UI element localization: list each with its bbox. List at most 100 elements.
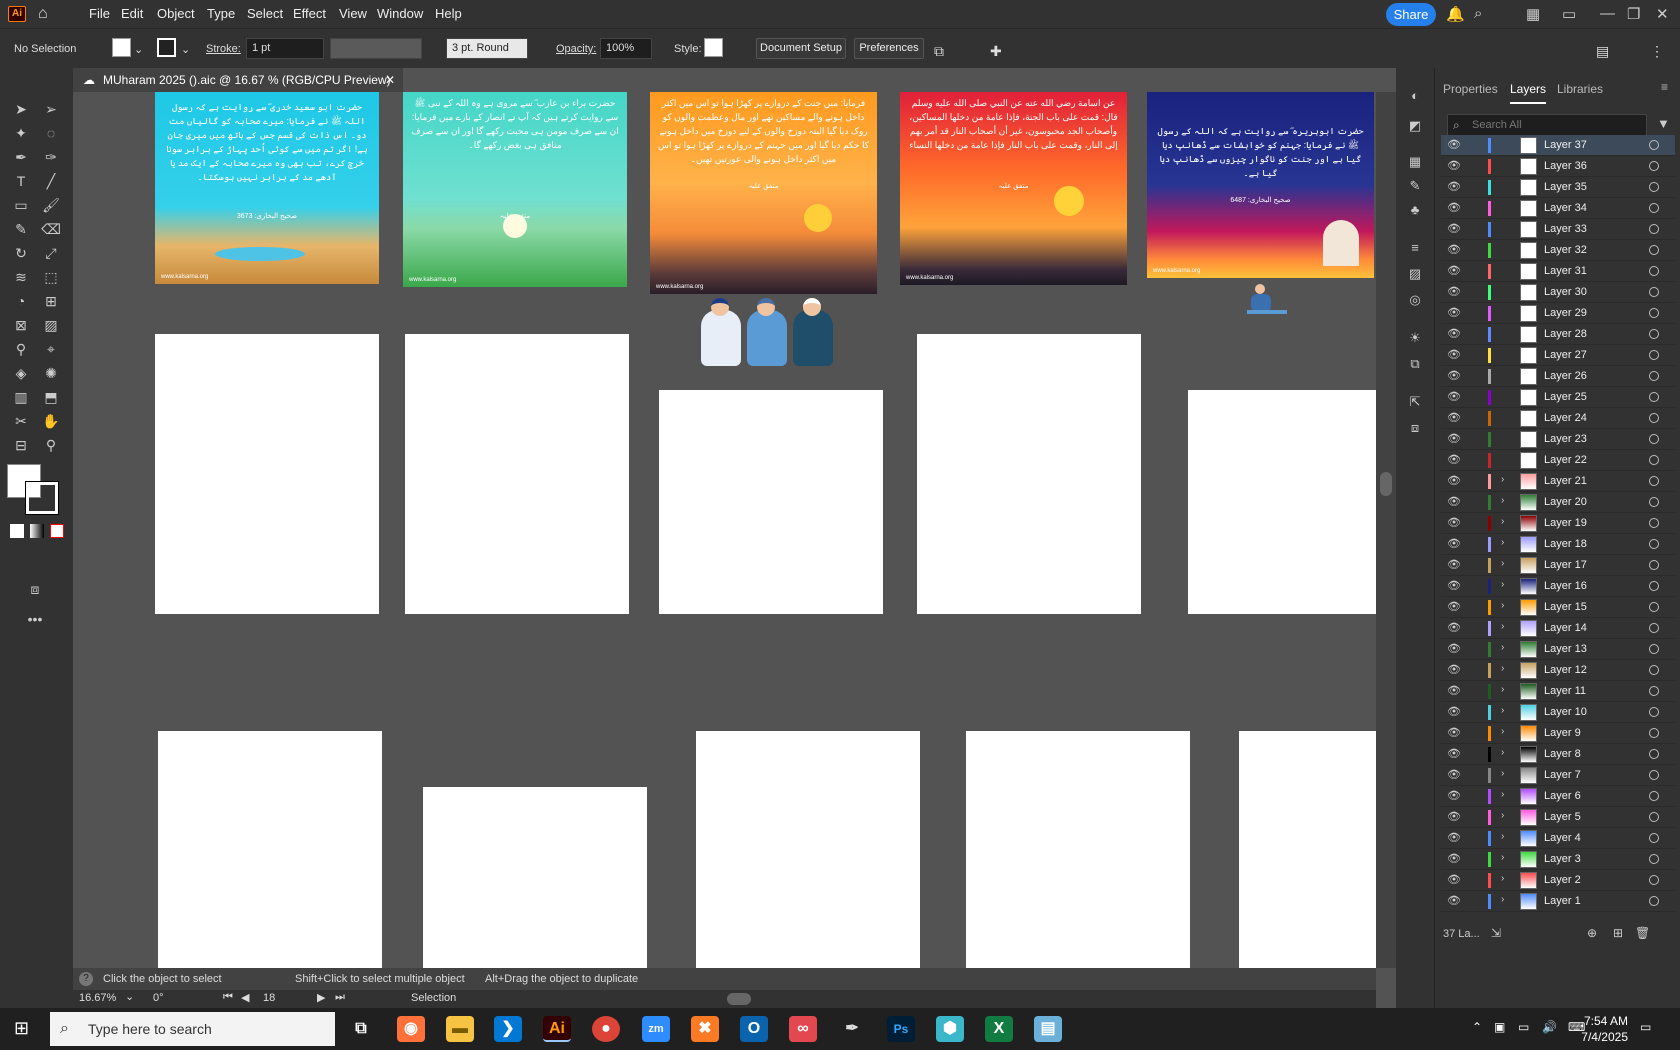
delete-layer-icon[interactable]: 🗑 xyxy=(1635,926,1650,940)
visibility-eye-icon[interactable]: 👁 xyxy=(1447,474,1461,487)
layer-row[interactable]: 👁 › Layer 19 xyxy=(1441,513,1675,534)
layer-row[interactable]: 👁 Layer 28 xyxy=(1441,324,1675,345)
layer-name[interactable]: Layer 37 xyxy=(1544,139,1587,151)
notification-icon[interactable]: ▭ xyxy=(1640,1020,1651,1034)
layer-row[interactable]: 👁 Layer 34 xyxy=(1441,198,1675,219)
layer-target-icon[interactable] xyxy=(1649,266,1659,276)
layer-row[interactable]: 👁 Layer 33 xyxy=(1441,219,1675,240)
visibility-eye-icon[interactable]: 👁 xyxy=(1447,201,1461,214)
appearance-icon[interactable]: ☀ xyxy=(1406,330,1424,348)
expand-arrow-icon[interactable]: › xyxy=(1501,768,1504,779)
layer-name[interactable]: Layer 2 xyxy=(1544,874,1581,886)
visibility-eye-icon[interactable]: 👁 xyxy=(1447,243,1461,256)
gradient-tool-icon[interactable]: ▨ xyxy=(40,314,62,336)
expand-arrow-icon[interactable]: › xyxy=(1501,516,1504,527)
layer-name[interactable]: Layer 1 xyxy=(1544,895,1581,907)
poster-artwork[interactable]: حضرت ابو سعید خدری ؓ سے روایت ہے کہ رسول… xyxy=(155,92,379,284)
layer-row[interactable]: 👁 › Layer 16 xyxy=(1441,576,1675,597)
close-tab-icon[interactable]: ✕ xyxy=(385,68,395,92)
layer-target-icon[interactable] xyxy=(1649,161,1659,171)
layer-name[interactable]: Layer 29 xyxy=(1544,307,1587,319)
print-tiling-icon[interactable]: ⊟ xyxy=(10,434,32,456)
layer-name[interactable]: Layer 25 xyxy=(1544,391,1587,403)
home-icon[interactable]: ⌂ xyxy=(38,5,58,23)
expand-arrow-icon[interactable]: › xyxy=(1501,600,1504,611)
layer-row[interactable]: 👁 Layer 24 xyxy=(1441,408,1675,429)
layer-name[interactable]: Layer 30 xyxy=(1544,286,1587,298)
layer-name[interactable]: Layer 17 xyxy=(1544,559,1587,571)
visibility-eye-icon[interactable]: 👁 xyxy=(1447,810,1461,823)
volume-icon[interactable]: 🔊 xyxy=(1542,1020,1557,1034)
prev-artboard-icon[interactable]: ◀ xyxy=(241,991,249,1004)
layer-row[interactable]: 👁 › Layer 21 xyxy=(1441,471,1675,492)
visibility-eye-icon[interactable]: 👁 xyxy=(1447,264,1461,277)
artboard[interactable] xyxy=(405,334,629,614)
layer-row[interactable]: 👁 Layer 30 xyxy=(1441,282,1675,303)
gradient-panel-icon[interactable]: ▨ xyxy=(1406,266,1424,284)
layer-name[interactable]: Layer 23 xyxy=(1544,433,1587,445)
artboard[interactable] xyxy=(1239,731,1376,968)
layer-target-icon[interactable] xyxy=(1649,707,1659,717)
visibility-eye-icon[interactable]: 👁 xyxy=(1447,558,1461,571)
workspace-icon[interactable]: ▦ xyxy=(1526,5,1540,23)
layer-target-icon[interactable] xyxy=(1649,140,1659,150)
layer-target-icon[interactable] xyxy=(1649,224,1659,234)
visibility-eye-icon[interactable]: 👁 xyxy=(1447,726,1461,739)
stroke-color-swatch[interactable] xyxy=(25,481,59,515)
magic-wand-icon[interactable]: ✦ xyxy=(10,122,32,144)
poster-artwork[interactable]: حضرت براء بن عازب ؓ سے مروی ہے وہ اللہ ک… xyxy=(403,92,627,287)
blend-tool-icon[interactable]: ◈ xyxy=(10,362,32,384)
visibility-eye-icon[interactable]: 👁 xyxy=(1447,600,1461,613)
visibility-eye-icon[interactable]: 👁 xyxy=(1447,327,1461,340)
visibility-eye-icon[interactable]: 👁 xyxy=(1447,285,1461,298)
expand-arrow-icon[interactable]: › xyxy=(1501,642,1504,653)
layer-name[interactable]: Layer 15 xyxy=(1544,601,1587,613)
layer-row[interactable]: 👁 Layer 27 xyxy=(1441,345,1675,366)
scale-tool-icon[interactable]: ⤢ xyxy=(40,242,62,264)
line-tool-icon[interactable]: ╱ xyxy=(40,170,62,192)
menu-type[interactable]: Type xyxy=(207,6,235,21)
graph-tool-icon[interactable]: ▥ xyxy=(10,386,32,408)
layer-target-icon[interactable] xyxy=(1649,413,1659,423)
layer-name[interactable]: Layer 22 xyxy=(1544,454,1587,466)
brushes-icon[interactable]: ✎ xyxy=(1406,178,1424,196)
layer-name[interactable]: Layer 21 xyxy=(1544,475,1587,487)
layer-row[interactable]: 👁 › Layer 15 xyxy=(1441,597,1675,618)
menu-file[interactable]: File xyxy=(89,6,110,21)
artboard-number[interactable]: 18 xyxy=(263,992,275,1004)
illustration-men-reading[interactable] xyxy=(695,298,841,374)
chevron-down-icon[interactable]: ⌄ xyxy=(125,990,134,1003)
menu-window[interactable]: Window xyxy=(377,6,423,21)
layer-name[interactable]: Layer 20 xyxy=(1544,496,1587,508)
layer-target-icon[interactable] xyxy=(1649,518,1659,528)
illustration-praying-man[interactable] xyxy=(1247,284,1287,316)
chevron-down-icon[interactable]: ⌄ xyxy=(181,43,190,56)
layer-row[interactable]: 👁 Layer 25 xyxy=(1441,387,1675,408)
rotation-field[interactable]: 0° xyxy=(153,992,164,1004)
selection-tool-icon[interactable]: ➤ xyxy=(10,98,32,120)
opacity-label[interactable]: Opacity: xyxy=(556,43,596,55)
visibility-eye-icon[interactable]: 👁 xyxy=(1447,411,1461,424)
artboard[interactable] xyxy=(696,731,920,968)
visibility-eye-icon[interactable]: 👁 xyxy=(1447,138,1461,151)
visibility-eye-icon[interactable]: 👁 xyxy=(1447,894,1461,907)
expand-arrow-icon[interactable]: › xyxy=(1501,621,1504,632)
color-panel-icon[interactable]: ◐ xyxy=(1406,88,1424,106)
visibility-eye-icon[interactable]: 👁 xyxy=(1447,747,1461,760)
layer-target-icon[interactable] xyxy=(1649,854,1659,864)
layer-name[interactable]: Layer 8 xyxy=(1544,748,1581,760)
poster-artwork[interactable]: حضرت ابوہریرہ ؓ سے روایت ہے کہ اللہ کے ر… xyxy=(1147,92,1374,278)
layer-name[interactable]: Layer 34 xyxy=(1544,202,1587,214)
expand-arrow-icon[interactable]: › xyxy=(1501,579,1504,590)
layer-name[interactable]: Layer 19 xyxy=(1544,517,1587,529)
layer-row[interactable]: 👁 › Layer 12 xyxy=(1441,660,1675,681)
none-mode-button[interactable] xyxy=(50,524,64,538)
visibility-eye-icon[interactable]: 👁 xyxy=(1447,369,1461,382)
artboard[interactable] xyxy=(423,787,647,968)
layer-target-icon[interactable] xyxy=(1649,833,1659,843)
layer-target-icon[interactable] xyxy=(1649,728,1659,738)
color-mode-button[interactable] xyxy=(10,524,24,538)
layer-target-icon[interactable] xyxy=(1649,455,1659,465)
collect-export-icon[interactable]: ⇲ xyxy=(1491,926,1501,940)
expand-arrow-icon[interactable]: › xyxy=(1501,894,1504,905)
